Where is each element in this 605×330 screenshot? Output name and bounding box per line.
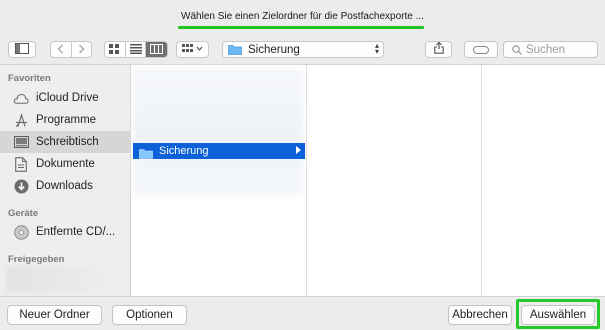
column-divider[interactable] <box>306 65 307 297</box>
tag-button[interactable] <box>464 41 498 58</box>
history-nav <box>50 41 92 58</box>
share-icon <box>433 41 444 59</box>
column-view-icon <box>150 42 164 57</box>
sidebar-item-dokumente[interactable]: Dokumente <box>0 153 130 175</box>
share-button[interactable] <box>425 41 452 58</box>
sidebar-item-programme[interactable]: Programme <box>0 109 130 131</box>
document-icon <box>13 156 29 172</box>
back-icon <box>57 42 64 57</box>
sidebar: Favoriten iCloud Drive Programme Schreib… <box>0 64 130 296</box>
column-view-button[interactable] <box>146 42 167 57</box>
sidebar-item-label: iCloud Drive <box>36 92 99 104</box>
title-highlight-underline <box>178 26 424 29</box>
forward-button[interactable] <box>72 42 92 57</box>
view-mode-selector <box>104 41 168 58</box>
sidebar-item-label: Dokumente <box>36 158 95 170</box>
desktop-icon <box>13 134 29 150</box>
folder-icon <box>139 146 153 159</box>
icon-view-button[interactable] <box>105 42 126 57</box>
tag-icon <box>473 41 489 59</box>
path-selector[interactable]: Sicherung ▴ ▾ <box>222 41 384 58</box>
path-selector-label: Sicherung <box>248 43 300 56</box>
title-bar: Wählen Sie einen Zielordner für die Post… <box>0 0 605 34</box>
shared-items-obscured <box>6 266 126 292</box>
disclosure-arrow-icon <box>296 146 301 154</box>
sidebar-item-downloads[interactable]: Downloads <box>0 175 130 197</box>
choose-button[interactable]: Auswählen <box>521 305 595 325</box>
apps-icon <box>13 112 29 128</box>
obscured-items <box>133 67 303 195</box>
column-browser: Sicherung <box>130 64 605 297</box>
cloud-icon <box>13 90 29 106</box>
dialog-footer: Neuer Ordner Optionen Abbrechen Auswähle… <box>0 296 605 330</box>
column-item-label: Sicherung <box>159 145 209 157</box>
sidebar-item-label: Downloads <box>36 180 93 192</box>
sidebar-item-schreibtisch[interactable]: Schreibtisch <box>0 131 130 153</box>
sidebar-section-shared: Freigegeben <box>8 254 65 265</box>
column-item-selected[interactable]: Sicherung <box>133 143 305 159</box>
toolbar: Sicherung ▴ ▾ Suchen <box>0 34 605 64</box>
options-button[interactable]: Optionen <box>112 305 187 325</box>
sidebar-item-label: Programme <box>36 114 97 126</box>
forward-icon <box>78 42 85 57</box>
sidebar-item-icloud-drive[interactable]: iCloud Drive <box>0 87 130 109</box>
window-title: Wählen Sie einen Zielordner für die Post… <box>181 11 424 22</box>
group-by-button[interactable] <box>176 41 209 58</box>
list-view-button[interactable] <box>126 42 147 57</box>
search-icon <box>512 44 522 55</box>
column-divider[interactable] <box>481 65 482 297</box>
back-button[interactable] <box>51 42 72 57</box>
sidebar-item-label: Entfernte CD/... <box>36 226 116 238</box>
sidebar-toggle-button[interactable] <box>8 41 36 58</box>
sidebar-item-label: Schreibtisch <box>36 136 99 148</box>
sidebar-item-remote-disc[interactable]: Entfernte CD/... <box>0 221 130 243</box>
sidebar-section-favorites: Favoriten <box>8 73 51 84</box>
new-folder-button[interactable]: Neuer Ordner <box>7 305 102 325</box>
folder-icon <box>228 44 242 55</box>
sidebar-toggle-icon <box>15 41 29 59</box>
group-icon <box>181 41 204 59</box>
cancel-button[interactable]: Abbrechen <box>448 305 512 325</box>
icon-view-icon <box>109 42 120 57</box>
search-placeholder: Suchen <box>526 43 566 56</box>
search-field[interactable]: Suchen <box>503 41 598 58</box>
sidebar-section-devices: Geräte <box>8 208 39 219</box>
disc-icon <box>13 224 29 240</box>
download-icon <box>13 178 29 194</box>
chevron-updown-icon: ▴ ▾ <box>374 41 379 56</box>
list-view-icon <box>129 42 142 57</box>
